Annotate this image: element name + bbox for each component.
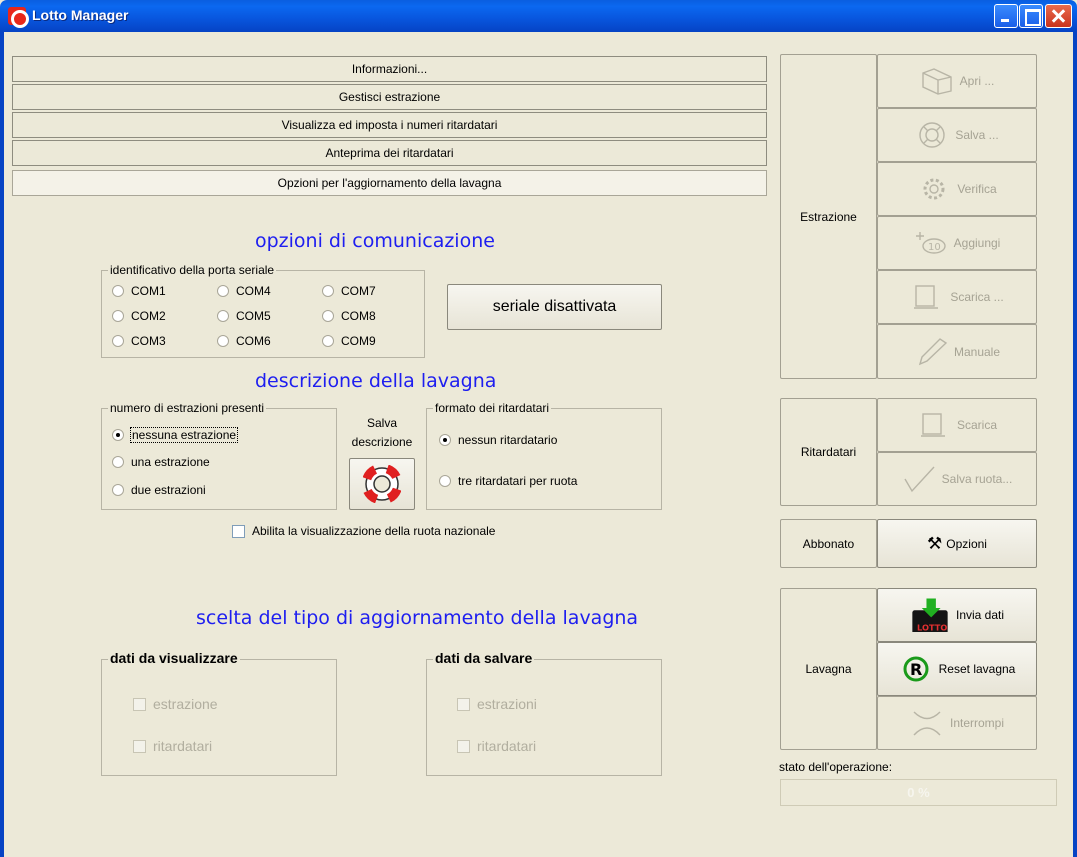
- title-bar: Lotto Manager: [0, 0, 1077, 32]
- radio-nessuna-estrazione[interactable]: nessuna estrazione: [112, 427, 239, 443]
- minimize-button[interactable]: [994, 4, 1018, 28]
- save-description-label: Salva descrizione: [351, 416, 413, 449]
- radio-com4[interactable]: COM4: [217, 284, 271, 298]
- abbonato-button[interactable]: Abbonato: [780, 519, 877, 568]
- open-folder-icon: [921, 68, 952, 95]
- ritardatari-group-button[interactable]: Ritardatari: [780, 398, 877, 506]
- svg-text:LOTTO: LOTTO: [917, 622, 947, 632]
- reset-icon: R: [903, 656, 929, 682]
- scarica-estrazione-button[interactable]: Scarica ...: [877, 270, 1037, 324]
- pencil-icon: [918, 337, 948, 365]
- reset-lavagna-button[interactable]: R Reset lavagna: [877, 642, 1037, 696]
- radio-una-estrazione[interactable]: una estrazione: [112, 455, 210, 469]
- update-title: scelta del tipo di aggiornamento della l…: [196, 607, 639, 629]
- manuale-button[interactable]: Manuale: [877, 324, 1037, 379]
- lavagna-group-button[interactable]: Lavagna: [780, 588, 877, 750]
- serial-toggle-button[interactable]: seriale disattivata: [447, 284, 662, 330]
- maximize-button[interactable]: [1019, 4, 1043, 28]
- save-ritardatari-checkbox[interactable]: ritardatari: [457, 738, 536, 754]
- section-gestisci-estrazione[interactable]: Gestisci estrazione: [12, 84, 767, 110]
- scarica-ritardatari-button[interactable]: Scarica: [877, 398, 1037, 452]
- show-data-group-label: dati da visualizzare: [108, 650, 240, 666]
- svg-text:R: R: [910, 660, 922, 679]
- radio-com6[interactable]: COM6: [217, 334, 271, 348]
- opzioni-button[interactable]: ⚒ Opzioni: [877, 519, 1037, 568]
- add-ten-icon: 10: [915, 232, 946, 254]
- gear-icon: [923, 178, 945, 200]
- section-anteprima[interactable]: Anteprima dei ritardatari: [12, 140, 767, 166]
- salva-button[interactable]: Salva ...: [877, 108, 1037, 162]
- salva-ruota-button[interactable]: Salva ruota...: [877, 452, 1037, 506]
- radio-com8[interactable]: COM8: [322, 309, 376, 323]
- interrompi-button[interactable]: Interrompi: [877, 696, 1037, 750]
- draws-group-label: numero di estrazioni presenti: [108, 401, 267, 415]
- late-format-group-label: formato dei ritardatari: [433, 401, 552, 415]
- serial-port-group-label: identificativo della porta seriale: [108, 263, 277, 277]
- section-ritardatari[interactable]: Visualizza ed imposta i numeri ritardata…: [12, 112, 767, 138]
- section-opzioni-lavagna[interactable]: Opzioni per l'aggiornamento della lavagn…: [12, 170, 767, 196]
- show-data-group: dati da visualizzare: [101, 650, 337, 776]
- radio-tre-ritardatari[interactable]: tre ritardatari per ruota: [439, 474, 577, 488]
- estrazione-group-button[interactable]: Estrazione: [780, 54, 877, 379]
- aggiungi-button[interactable]: 10 Aggiungi: [877, 216, 1037, 270]
- board-title: descrizione della lavagna: [255, 370, 497, 392]
- radio-com3[interactable]: COM3: [112, 334, 166, 348]
- lifebuoy-icon: [363, 465, 401, 503]
- radio-com5[interactable]: COM5: [217, 309, 271, 323]
- lifebuoy-icon: [919, 122, 946, 148]
- radio-nessun-ritardatario[interactable]: nessun ritardatario: [439, 433, 557, 447]
- window-border-left: [0, 32, 4, 857]
- app-logo-icon: [8, 7, 29, 28]
- tools-icon: ⚒: [927, 533, 943, 553]
- save-data-group: dati da salvare: [426, 650, 662, 776]
- save-estrazioni-checkbox[interactable]: estrazioni: [457, 696, 537, 712]
- comm-title: opzioni di comunicazione: [255, 230, 495, 252]
- save-description-button[interactable]: [349, 458, 415, 510]
- window-border-right: [1073, 32, 1077, 857]
- invia-dati-button[interactable]: LOTTO Invia dati: [877, 588, 1037, 642]
- late-format-group: formato dei ritardatari: [426, 401, 662, 510]
- download-icon: [914, 285, 939, 309]
- stop-cross-icon: [913, 711, 941, 736]
- save-data-group-label: dati da salvare: [433, 650, 535, 666]
- check-icon: [904, 466, 935, 493]
- show-estrazione-checkbox[interactable]: estrazione: [133, 696, 218, 712]
- national-wheel-checkbox[interactable]: Abilita la visualizzazione della ruota n…: [232, 524, 495, 538]
- radio-com1[interactable]: COM1: [112, 284, 166, 298]
- window-title: Lotto Manager: [32, 7, 129, 23]
- download-icon: [920, 413, 945, 437]
- status-label: stato dell'operazione:: [779, 760, 893, 774]
- radio-due-estrazioni[interactable]: due estrazioni: [112, 483, 206, 497]
- send-data-icon: LOTTO: [912, 598, 948, 632]
- section-informazioni[interactable]: Informazioni...: [12, 56, 767, 82]
- close-button[interactable]: [1045, 4, 1072, 28]
- progress-bar: 0 %: [780, 779, 1057, 806]
- apri-button[interactable]: Apri ...: [877, 54, 1037, 108]
- verifica-button[interactable]: Verifica: [877, 162, 1037, 216]
- radio-com9[interactable]: COM9: [322, 334, 376, 348]
- radio-com2[interactable]: COM2: [112, 309, 166, 323]
- show-ritardatari-checkbox[interactable]: ritardatari: [133, 738, 212, 754]
- radio-com7[interactable]: COM7: [322, 284, 376, 298]
- svg-text:10: 10: [928, 242, 941, 253]
